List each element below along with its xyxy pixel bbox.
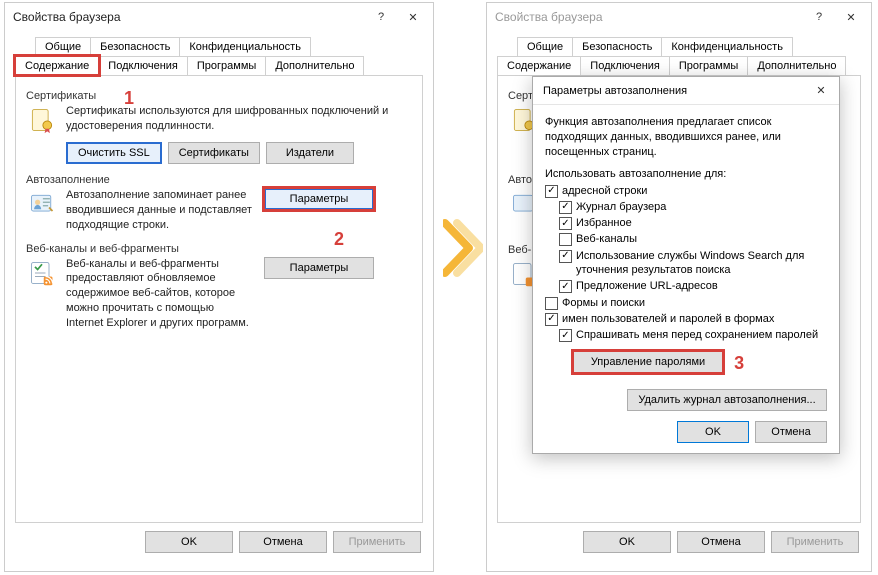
ok-button[interactable]: OK (145, 531, 233, 553)
tab-connections-r[interactable]: Подключения (580, 56, 670, 75)
tab-advanced-r[interactable]: Дополнительно (747, 56, 846, 75)
tab-programs-r[interactable]: Программы (669, 56, 748, 75)
browser-properties-window-left: Свойства браузера ? ✕ Общие Безопасность… (4, 2, 434, 572)
help-button[interactable]: ? (365, 6, 397, 28)
feeds-desc: Веб-каналы и веб-фрагменты предоставляют… (66, 257, 256, 331)
tab-security-r[interactable]: Безопасность (572, 37, 662, 56)
autofill-desc: Автозаполнение запоминает ранее вводивши… (66, 188, 256, 233)
dialog-ok-button[interactable]: OK (677, 421, 749, 443)
apply-button-r[interactable]: Применить (771, 531, 859, 553)
autofill-label: Автозаполнение (26, 174, 412, 186)
cancel-button-r[interactable]: Отмена (677, 531, 765, 553)
tab-general-r[interactable]: Общие (517, 37, 573, 56)
dialog-titlebar: Параметры автозаполнения ✕ (533, 77, 839, 105)
footer: OK Отмена Применить (5, 523, 433, 561)
checkbox-label: Журнал браузера (576, 200, 666, 214)
close-button-right: ✕ (835, 6, 867, 28)
checkbox-box[interactable] (559, 233, 572, 246)
ok-button-r[interactable]: OK (583, 531, 671, 553)
checkbox-box[interactable] (559, 250, 572, 263)
clear-ssl-button[interactable]: Очистить SSL (66, 142, 162, 164)
autofill-params-button[interactable]: Параметры (264, 188, 374, 210)
checkbox-label: Использование службы Windows Search для … (576, 249, 827, 278)
checkbox-1[interactable]: Журнал браузера (559, 200, 827, 214)
feeds-icon (26, 257, 58, 289)
checkbox-7[interactable]: имен пользователей и паролей в формах (545, 312, 827, 326)
checkbox-box[interactable] (559, 217, 572, 230)
checkbox-label: Спрашивать меня перед сохранением пароле… (576, 328, 818, 342)
dialog-desc: Функция автозаполнения предлагает список… (545, 115, 827, 160)
window-title: Свойства браузера (13, 10, 365, 24)
feeds-label: Веб-каналы и веб-фрагменты (26, 243, 412, 255)
checkbox-box[interactable] (559, 329, 572, 342)
checkbox-label: Предложение URL-адресов (576, 279, 718, 293)
checkbox-box[interactable] (559, 201, 572, 214)
autofill-icon (26, 188, 58, 220)
tab-advanced[interactable]: Дополнительно (265, 56, 364, 75)
tab-content[interactable]: Содержание (15, 56, 99, 75)
checkbox-box[interactable] (559, 280, 572, 293)
tab-panel: 1 Сертификаты Сертификаты используются д… (15, 75, 423, 523)
marker-3: 3 (734, 353, 744, 373)
checkbox-6[interactable]: Формы и поиски (545, 296, 827, 310)
titlebar-right: Свойства браузера ? ✕ (487, 3, 871, 31)
checkbox-label: Избранное (576, 216, 632, 230)
cancel-button[interactable]: Отмена (239, 531, 327, 553)
tab-connections[interactable]: Подключения (98, 56, 188, 75)
tab-security[interactable]: Безопасность (90, 37, 180, 56)
footer-right: OK Отмена Применить (487, 523, 871, 561)
tab-programs[interactable]: Программы (187, 56, 266, 75)
certificate-icon (26, 104, 58, 136)
tabs: Общие Безопасность Конфиденциальность Со… (15, 37, 423, 523)
feeds-params-button[interactable]: Параметры (264, 257, 374, 279)
certificates-desc: Сертификаты используются для шифрованных… (66, 104, 412, 134)
titlebar: Свойства браузера ? ✕ (5, 3, 433, 31)
checkbox-label: имен пользователей и паролей в формах (562, 312, 774, 326)
dialog-cancel-button[interactable]: Отмена (755, 421, 827, 443)
marker-1: 1 (124, 88, 134, 109)
checkbox-5[interactable]: Предложение URL-адресов (559, 279, 827, 293)
dialog-title: Параметры автозаполнения (543, 85, 809, 97)
tab-privacy[interactable]: Конфиденциальность (179, 37, 311, 56)
apply-button[interactable]: Применить (333, 531, 421, 553)
checkbox-list: адресной строки Журнал браузера Избранное В… (545, 184, 827, 343)
checkbox-8[interactable]: Спрашивать меня перед сохранением пароле… (559, 328, 827, 342)
checkbox-box[interactable] (545, 185, 558, 198)
checkbox-2[interactable]: Избранное (559, 216, 827, 230)
certificates-button[interactable]: Сертификаты (168, 142, 260, 164)
checkbox-4[interactable]: Использование службы Windows Search для … (559, 249, 827, 278)
certificates-label: Сертификаты (26, 90, 412, 102)
manage-passwords-button[interactable]: Управление паролями (573, 351, 723, 373)
checkbox-0[interactable]: адресной строки (545, 184, 827, 198)
arrow-icon (443, 218, 483, 281)
close-button[interactable]: ✕ (397, 6, 429, 28)
checkbox-label: Веб-каналы (576, 232, 637, 246)
checkbox-box[interactable] (545, 297, 558, 310)
checkbox-label: адресной строки (562, 184, 647, 198)
delete-autofill-history-button[interactable]: Удалить журнал автозаполнения... (627, 389, 827, 411)
tab-content-r[interactable]: Содержание (497, 56, 581, 75)
use-autofill-label: Использовать автозаполнение для: (545, 168, 827, 180)
window-title-right: Свойства браузера (495, 10, 803, 24)
dialog-close-button[interactable]: ✕ (809, 80, 833, 102)
checkbox-3[interactable]: Веб-каналы (559, 232, 827, 246)
checkbox-label: Формы и поиски (562, 296, 645, 310)
checkbox-box[interactable] (545, 313, 558, 326)
tab-privacy-r[interactable]: Конфиденциальность (661, 37, 793, 56)
tab-general[interactable]: Общие (35, 37, 91, 56)
help-button-right: ? (803, 6, 835, 28)
publishers-button[interactable]: Издатели (266, 142, 354, 164)
autofill-settings-dialog: Параметры автозаполнения ✕ Функция автоз… (532, 76, 840, 454)
marker-2: 2 (334, 229, 344, 250)
